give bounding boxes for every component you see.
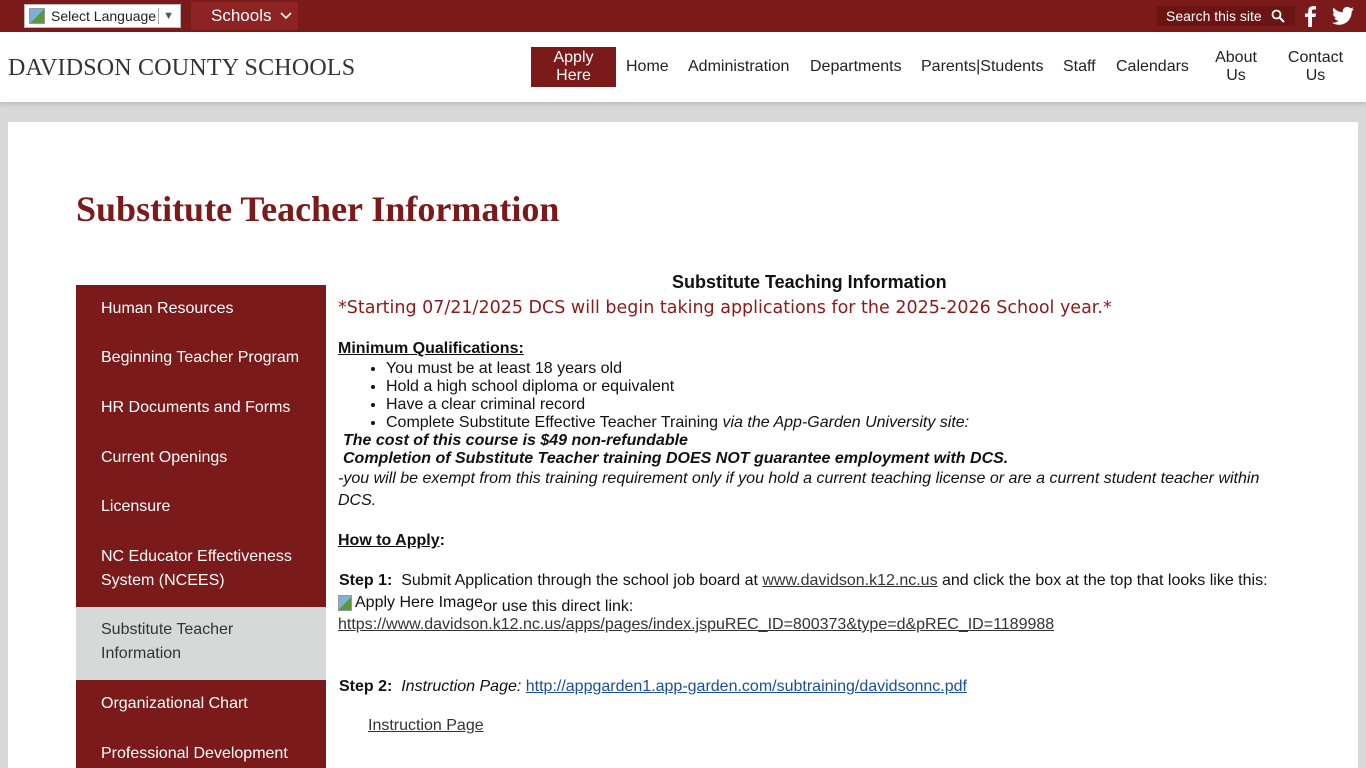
application-notice: *Starting 07/21/2025 DCS will begin taki… bbox=[338, 298, 1112, 318]
twitter-icon[interactable] bbox=[1332, 6, 1354, 26]
nav-about-line2: Us bbox=[1226, 67, 1246, 84]
sidebar-item-ncees[interactable]: NC Educator Effectiveness System (NCEES) bbox=[76, 545, 326, 593]
nav-about-line1: About bbox=[1215, 49, 1257, 66]
sidebar-item-licensure[interactable]: Licensure bbox=[76, 495, 326, 519]
training-via-text: via the App-Garden University site: bbox=[718, 414, 970, 431]
list-item: Complete Substitute Effective Teacher Tr… bbox=[386, 414, 969, 432]
site-search[interactable]: Search this site bbox=[1157, 6, 1295, 26]
training-requirement: Complete Substitute Effective Teacher Tr… bbox=[386, 414, 719, 431]
step2-label: Step 2: bbox=[339, 678, 393, 695]
search-icon[interactable] bbox=[1271, 9, 1285, 23]
site-logo[interactable]: DAVIDSON COUNTY SCHOOLS bbox=[8, 55, 355, 82]
cost-note: The cost of this course is $49 non-refun… bbox=[343, 432, 688, 449]
list-item: Have a clear criminal record bbox=[386, 396, 969, 414]
page-title: Substitute Teacher Information bbox=[76, 189, 560, 229]
nav-administration[interactable]: Administration bbox=[688, 32, 789, 102]
direct-link-text: or use this direct link: bbox=[483, 598, 634, 615]
list-item: Hold a high school diploma or equivalent bbox=[386, 378, 969, 396]
step1-text: Submit Application through the school jo… bbox=[401, 572, 763, 589]
translate-icon bbox=[29, 8, 45, 24]
chevron-down-icon bbox=[280, 12, 293, 20]
step1-label: Step 1: bbox=[339, 572, 393, 589]
training-pdf-link[interactable]: http://appgarden1.app-garden.com/subtrai… bbox=[526, 678, 967, 695]
nav-contact-line2: Us bbox=[1305, 67, 1326, 84]
schools-dropdown[interactable]: Schools bbox=[191, 2, 298, 30]
step1-after-text: and click the box at the top that looks … bbox=[937, 572, 1268, 589]
qualifications-list: You must be at least 18 years old Hold a… bbox=[386, 360, 969, 432]
sidebar-item-human-resources[interactable]: Human Resources bbox=[76, 297, 326, 321]
dropdown-arrow-icon: ▼ bbox=[163, 10, 174, 22]
school-website-link[interactable]: www.davidson.k12.nc.us bbox=[762, 572, 937, 589]
apply-here-image-alt: Apply Here Image bbox=[355, 594, 484, 611]
sidebar-item-organizational-chart[interactable]: Organizational Chart bbox=[76, 692, 326, 716]
guarantee-note: Completion of Substitute Teacher trainin… bbox=[343, 450, 1009, 467]
apply-image-line: Apply Here Image or use this direct link: bbox=[338, 594, 633, 616]
site-header: DAVIDSON COUNTY SCHOOLS Apply Here Home … bbox=[0, 32, 1366, 102]
how-to-apply-colon: : bbox=[439, 532, 445, 549]
exemption-note-line1: -you will be exempt from this training r… bbox=[338, 470, 1260, 487]
content-heading: Substitute Teaching Information bbox=[672, 272, 947, 292]
nav-contact-us[interactable]: Contact Us bbox=[1287, 32, 1344, 102]
facebook-icon[interactable] bbox=[1302, 5, 1318, 27]
sidebar-item-hr-documents[interactable]: HR Documents and Forms bbox=[76, 396, 326, 420]
apply-here-button[interactable]: Apply Here bbox=[531, 47, 616, 87]
list-item: You must be at least 18 years old bbox=[386, 360, 969, 378]
language-selector[interactable]: Select Language ▼ bbox=[24, 4, 181, 28]
divider bbox=[158, 8, 160, 24]
nav-calendars[interactable]: Calendars bbox=[1116, 32, 1189, 102]
nav-about-us[interactable]: About Us bbox=[1213, 32, 1259, 102]
apply-here-image[interactable]: Apply Here Image bbox=[338, 594, 483, 612]
how-to-apply-heading: How to Apply: bbox=[338, 532, 445, 550]
how-to-apply-label: How to Apply bbox=[338, 532, 440, 549]
nav-home[interactable]: Home bbox=[626, 32, 669, 102]
nav-staff[interactable]: Staff bbox=[1063, 32, 1096, 102]
min-qualifications-heading: Minimum Qualifications: bbox=[338, 340, 524, 357]
search-input[interactable]: Search this site bbox=[1166, 8, 1262, 24]
step2-line: Step 2: Instruction Page: http://appgard… bbox=[339, 678, 967, 696]
nav-departments[interactable]: Departments bbox=[810, 32, 902, 102]
step2-text: Instruction Page: bbox=[401, 678, 526, 695]
sidebar-item-professional-development[interactable]: Professional Development bbox=[76, 742, 326, 766]
broken-image-icon bbox=[338, 595, 352, 611]
top-utility-bar: Select Language ▼ Schools Search this si… bbox=[0, 0, 1366, 32]
language-selector-label: Select Language bbox=[51, 8, 157, 24]
direct-application-link[interactable]: https://www.davidson.k12.nc.us/apps/page… bbox=[338, 616, 1054, 634]
exemption-note-line2: DCS. bbox=[338, 492, 377, 509]
sidebar-nav: Human Resources Beginning Teacher Progra… bbox=[76, 285, 326, 768]
nav-contact-line1: Contact bbox=[1287, 49, 1344, 66]
apply-here-line2: Here bbox=[556, 67, 591, 84]
step1-line: Step 1: Submit Application through the s… bbox=[339, 572, 1268, 590]
sidebar-item-substitute-teacher-information[interactable]: Substitute Teacher Information bbox=[76, 607, 326, 680]
sidebar-item-current-openings[interactable]: Current Openings bbox=[76, 446, 326, 470]
sidebar-item-beginning-teacher-program[interactable]: Beginning Teacher Program bbox=[76, 346, 326, 370]
schools-label: Schools bbox=[211, 6, 272, 25]
nav-parents-students[interactable]: Parents|Students bbox=[921, 32, 1043, 102]
instruction-page-link[interactable]: Instruction Page bbox=[368, 717, 484, 735]
apply-here-line1: Apply bbox=[553, 49, 594, 66]
